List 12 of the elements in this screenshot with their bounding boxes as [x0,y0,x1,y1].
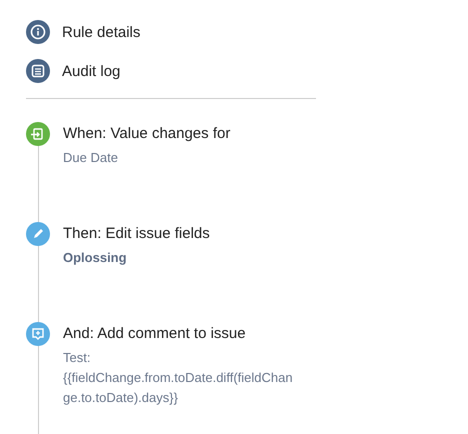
nav-link[interactable]: Audit log [62,62,120,80]
step-title[interactable]: When: Value changes for [63,125,323,142]
step-detail: Test: {{fieldChange.from.toDate.diff(fieldChan ge.to.toDate).days}} [63,349,294,407]
info-icon [26,20,50,44]
step-detail: Due Date [63,149,119,167]
step-detail: Oplossing [63,249,128,267]
pencil-icon [26,222,50,246]
step-title[interactable]: Then: Edit issue fields [63,225,323,242]
comment-plus-icon [26,322,50,346]
nav-link[interactable]: Rule details [62,24,140,40]
step-title[interactable]: And: Add comment to issue [63,325,323,342]
list-icon [26,59,50,83]
